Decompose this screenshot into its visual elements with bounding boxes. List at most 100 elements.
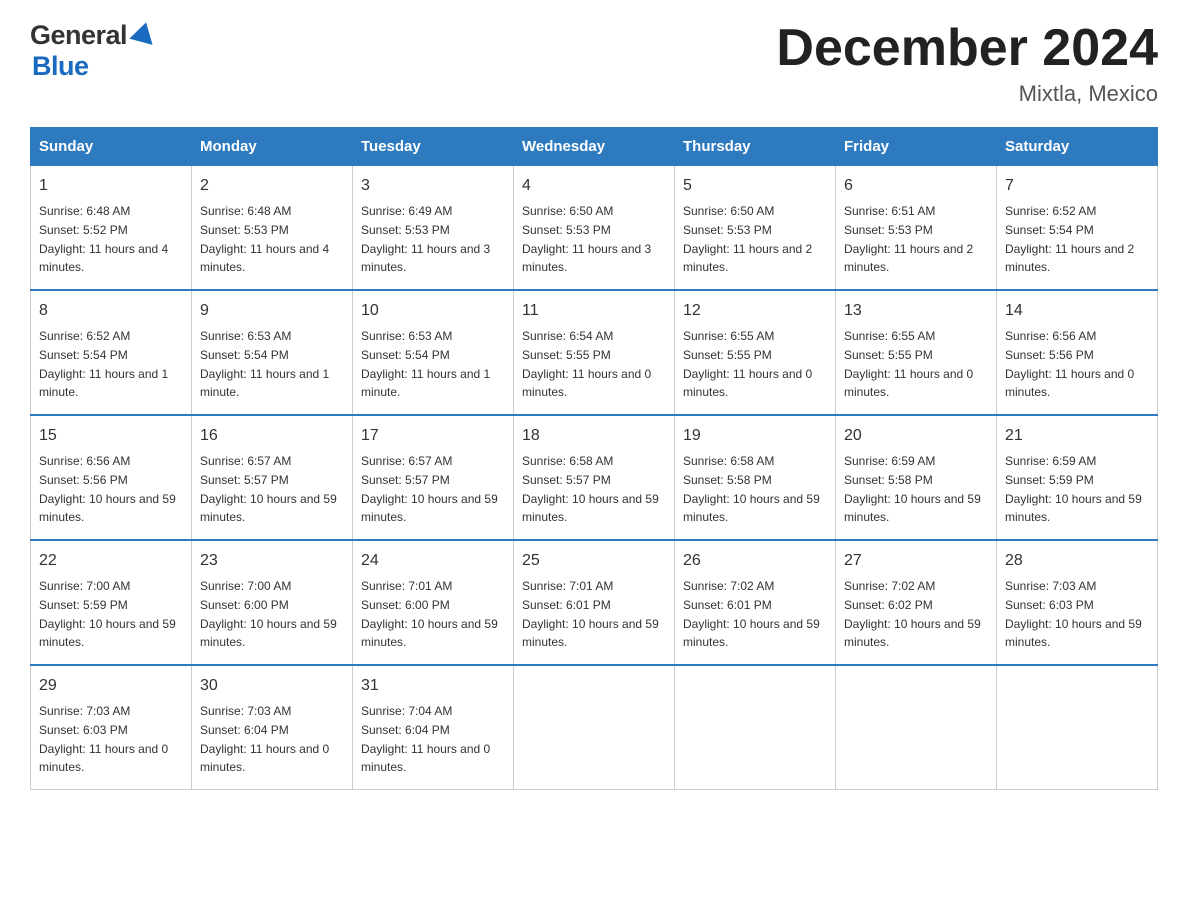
calendar-subtitle: Mixtla, Mexico xyxy=(776,81,1158,107)
day-info: Sunrise: 6:57 AMSunset: 5:57 PMDaylight:… xyxy=(200,454,337,524)
day-info: Sunrise: 7:01 AMSunset: 6:00 PMDaylight:… xyxy=(361,579,498,649)
day-info: Sunrise: 6:55 AMSunset: 5:55 PMDaylight:… xyxy=(844,329,973,399)
day-info: Sunrise: 6:49 AMSunset: 5:53 PMDaylight:… xyxy=(361,204,490,274)
day-number: 22 xyxy=(39,549,183,573)
day-info: Sunrise: 6:56 AMSunset: 5:56 PMDaylight:… xyxy=(1005,329,1134,399)
calendar-cell: 29Sunrise: 7:03 AMSunset: 6:03 PMDayligh… xyxy=(31,665,192,790)
title-section: December 2024 Mixtla, Mexico xyxy=(776,20,1158,107)
weekday-header-monday: Monday xyxy=(192,128,353,166)
day-number: 25 xyxy=(522,549,666,573)
day-number: 15 xyxy=(39,424,183,448)
logo-arrow-icon xyxy=(129,20,157,48)
day-info: Sunrise: 6:58 AMSunset: 5:58 PMDaylight:… xyxy=(683,454,820,524)
calendar-body: 1 Sunrise: 6:48 AMSunset: 5:52 PMDaylight… xyxy=(31,166,1158,790)
day-info: Sunrise: 6:53 AMSunset: 5:54 PMDaylight:… xyxy=(200,329,329,399)
calendar-cell: 1 Sunrise: 6:48 AMSunset: 5:52 PMDaylight… xyxy=(31,166,192,291)
day-info: Sunrise: 7:00 AMSunset: 5:59 PMDaylight:… xyxy=(39,579,176,649)
day-info: Sunrise: 7:04 AMSunset: 6:04 PMDaylight:… xyxy=(361,704,490,774)
calendar-cell: 25 Sunrise: 7:01 AMSunset: 6:01 PMDayligh… xyxy=(514,540,675,665)
calendar-cell: 11Sunrise: 6:54 AMSunset: 5:55 PMDayligh… xyxy=(514,290,675,415)
day-number: 2 xyxy=(200,174,344,198)
day-number: 3 xyxy=(361,174,505,198)
calendar-cell: 26Sunrise: 7:02 AMSunset: 6:01 PMDayligh… xyxy=(675,540,836,665)
calendar-cell: 4 Sunrise: 6:50 AMSunset: 5:53 PMDaylight… xyxy=(514,166,675,291)
day-info: Sunrise: 7:03 AMSunset: 6:03 PMDaylight:… xyxy=(1005,579,1142,649)
calendar-cell: 17Sunrise: 6:57 AMSunset: 5:57 PMDayligh… xyxy=(353,415,514,540)
week-row-3: 15 Sunrise: 6:56 AMSunset: 5:56 PMDayligh… xyxy=(31,415,1158,540)
day-info: Sunrise: 6:48 AMSunset: 5:52 PMDaylight:… xyxy=(39,204,168,274)
day-info: Sunrise: 6:59 AMSunset: 5:59 PMDaylight:… xyxy=(1005,454,1142,524)
calendar-cell: 7Sunrise: 6:52 AMSunset: 5:54 PMDaylight… xyxy=(997,166,1158,291)
day-number: 12 xyxy=(683,299,827,323)
calendar-cell: 31 Sunrise: 7:04 AMSunset: 6:04 PMDayligh… xyxy=(353,665,514,790)
calendar-cell: 3 Sunrise: 6:49 AMSunset: 5:53 PMDaylight… xyxy=(353,166,514,291)
logo: General Blue xyxy=(30,20,157,82)
calendar-cell xyxy=(997,665,1158,790)
day-number: 8 xyxy=(39,299,183,323)
day-number: 19 xyxy=(683,424,827,448)
calendar-cell: 30 Sunrise: 7:03 AMSunset: 6:04 PMDayligh… xyxy=(192,665,353,790)
day-number: 11 xyxy=(522,299,666,323)
day-number: 4 xyxy=(522,174,666,198)
calendar-cell: 22 Sunrise: 7:00 AMSunset: 5:59 PMDayligh… xyxy=(31,540,192,665)
day-info: Sunrise: 6:50 AMSunset: 5:53 PMDaylight:… xyxy=(522,204,651,274)
week-row-2: 8 Sunrise: 6:52 AMSunset: 5:54 PMDaylight… xyxy=(31,290,1158,415)
day-info: Sunrise: 7:02 AMSunset: 6:01 PMDaylight:… xyxy=(683,579,820,649)
day-number: 6 xyxy=(844,174,988,198)
calendar-cell: 23 Sunrise: 7:00 AMSunset: 6:00 PMDayligh… xyxy=(192,540,353,665)
weekday-header-saturday: Saturday xyxy=(997,128,1158,166)
day-number: 1 xyxy=(39,174,183,198)
calendar-cell: 19 Sunrise: 6:58 AMSunset: 5:58 PMDayligh… xyxy=(675,415,836,540)
weekday-header-friday: Friday xyxy=(836,128,997,166)
calendar-cell xyxy=(675,665,836,790)
day-number: 30 xyxy=(200,674,344,698)
day-info: Sunrise: 6:52 AMSunset: 5:54 PMDaylight:… xyxy=(39,329,168,399)
logo-general-text: General xyxy=(30,20,127,51)
calendar-title: December 2024 xyxy=(776,20,1158,77)
day-info: Sunrise: 6:57 AMSunset: 5:57 PMDaylight:… xyxy=(361,454,498,524)
calendar-cell: 21 Sunrise: 6:59 AMSunset: 5:59 PMDayligh… xyxy=(997,415,1158,540)
day-info: Sunrise: 6:50 AMSunset: 5:53 PMDaylight:… xyxy=(683,204,812,274)
calendar-cell: 16Sunrise: 6:57 AMSunset: 5:57 PMDayligh… xyxy=(192,415,353,540)
calendar-cell: 9 Sunrise: 6:53 AMSunset: 5:54 PMDaylight… xyxy=(192,290,353,415)
day-info: Sunrise: 7:00 AMSunset: 6:00 PMDaylight:… xyxy=(200,579,337,649)
calendar-cell: 8 Sunrise: 6:52 AMSunset: 5:54 PMDaylight… xyxy=(31,290,192,415)
weekday-header-tuesday: Tuesday xyxy=(353,128,514,166)
day-info: Sunrise: 7:01 AMSunset: 6:01 PMDaylight:… xyxy=(522,579,659,649)
calendar-table: SundayMondayTuesdayWednesdayThursdayFrid… xyxy=(30,127,1158,790)
logo-blue-text: Blue xyxy=(32,51,89,81)
calendar-cell: 20Sunrise: 6:59 AMSunset: 5:58 PMDayligh… xyxy=(836,415,997,540)
day-number: 21 xyxy=(1005,424,1149,448)
day-number: 24 xyxy=(361,549,505,573)
week-row-5: 29Sunrise: 7:03 AMSunset: 6:03 PMDayligh… xyxy=(31,665,1158,790)
day-number: 18 xyxy=(522,424,666,448)
calendar-cell: 2Sunrise: 6:48 AMSunset: 5:53 PMDaylight… xyxy=(192,166,353,291)
day-number: 28 xyxy=(1005,549,1149,573)
page-header: General Blue December 2024 Mixtla, Mexic… xyxy=(30,20,1158,107)
day-info: Sunrise: 6:52 AMSunset: 5:54 PMDaylight:… xyxy=(1005,204,1134,274)
weekday-header-thursday: Thursday xyxy=(675,128,836,166)
calendar-cell: 14Sunrise: 6:56 AMSunset: 5:56 PMDayligh… xyxy=(997,290,1158,415)
week-row-4: 22 Sunrise: 7:00 AMSunset: 5:59 PMDayligh… xyxy=(31,540,1158,665)
calendar-cell: 10 Sunrise: 6:53 AMSunset: 5:54 PMDayligh… xyxy=(353,290,514,415)
day-number: 10 xyxy=(361,299,505,323)
calendar-cell: 6Sunrise: 6:51 AMSunset: 5:53 PMDaylight… xyxy=(836,166,997,291)
calendar-cell xyxy=(836,665,997,790)
calendar-cell: 5Sunrise: 6:50 AMSunset: 5:53 PMDaylight… xyxy=(675,166,836,291)
week-row-1: 1 Sunrise: 6:48 AMSunset: 5:52 PMDaylight… xyxy=(31,166,1158,291)
weekday-header-row: SundayMondayTuesdayWednesdayThursdayFrid… xyxy=(31,128,1158,166)
day-info: Sunrise: 6:56 AMSunset: 5:56 PMDaylight:… xyxy=(39,454,176,524)
weekday-header-wednesday: Wednesday xyxy=(514,128,675,166)
day-info: Sunrise: 6:58 AMSunset: 5:57 PMDaylight:… xyxy=(522,454,659,524)
day-info: Sunrise: 7:02 AMSunset: 6:02 PMDaylight:… xyxy=(844,579,981,649)
calendar-cell: 24 Sunrise: 7:01 AMSunset: 6:00 PMDayligh… xyxy=(353,540,514,665)
day-number: 23 xyxy=(200,549,344,573)
day-info: Sunrise: 6:53 AMSunset: 5:54 PMDaylight:… xyxy=(361,329,490,399)
day-info: Sunrise: 7:03 AMSunset: 6:04 PMDaylight:… xyxy=(200,704,329,774)
day-number: 20 xyxy=(844,424,988,448)
calendar-cell: 18 Sunrise: 6:58 AMSunset: 5:57 PMDayligh… xyxy=(514,415,675,540)
day-number: 9 xyxy=(200,299,344,323)
calendar-cell: 15 Sunrise: 6:56 AMSunset: 5:56 PMDayligh… xyxy=(31,415,192,540)
day-number: 31 xyxy=(361,674,505,698)
calendar-cell xyxy=(514,665,675,790)
